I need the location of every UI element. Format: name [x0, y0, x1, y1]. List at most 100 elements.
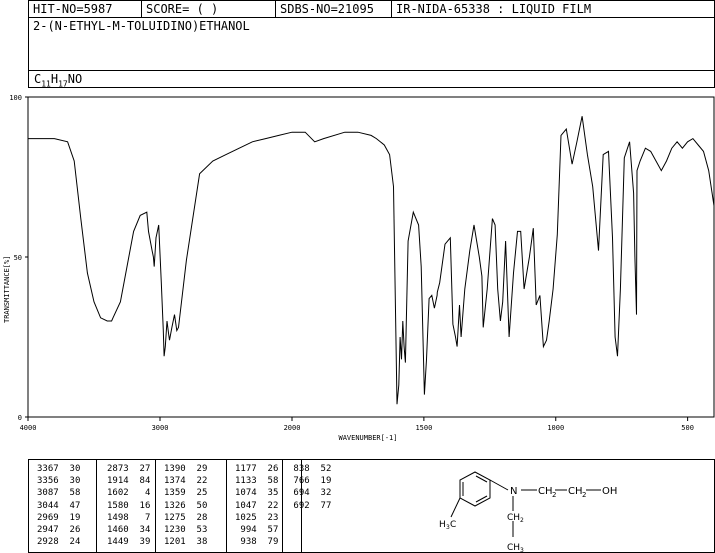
methyl-c: C — [450, 520, 456, 530]
peak-row: 1230 53 — [164, 524, 207, 536]
x-tick-label: 2000 — [284, 424, 301, 432]
peak-transmittance: 57 — [267, 525, 279, 536]
peak-transmittance: 27 — [139, 464, 151, 474]
ch2-sub-b: 2 — [582, 491, 586, 499]
peak-row: 1602 4 — [107, 487, 150, 499]
nitrogen-label: N — [510, 486, 517, 497]
x-tick-label: 3000 — [152, 424, 169, 432]
peak-wavenumber: 994 — [235, 525, 257, 536]
peak-wavenumber: 1230 — [164, 525, 186, 536]
ethyl-ch2-sub: 2 — [520, 517, 524, 524]
y-tick-label: 50 — [14, 254, 22, 262]
peak-transmittance: 16 — [139, 500, 151, 511]
peak-transmittance: 26 — [267, 464, 279, 474]
ir-spectrum-chart: 0 50 100 4000 3000 2000 1500 1000 500 TRANSMITT… — [3, 94, 715, 442]
peak-column-divider — [282, 459, 283, 553]
peak-row: 3356 30 — [37, 475, 80, 487]
peak-wavenumber: 1359 — [164, 488, 186, 499]
molecular-structure: N CH 2 CH 2 OH H 3 C CH 2 CH 3 — [439, 471, 617, 553]
peak-transmittance: 47 — [69, 500, 81, 511]
peak-row: 1177 26 — [235, 463, 278, 475]
plot-frame — [27, 96, 715, 418]
peak-column-divider — [226, 459, 227, 553]
peak-row: 1275 28 — [164, 512, 207, 524]
peak-transmittance: 7 — [139, 512, 151, 523]
ch2-label-b: CH — [568, 486, 583, 497]
peak-wavenumber: 1025 — [235, 512, 257, 523]
peak-transmittance: 22 — [267, 500, 279, 511]
peak-wavenumber: 2928 — [37, 537, 59, 548]
peak-transmittance: 30 — [69, 476, 81, 487]
x-tick-label: 1500 — [415, 424, 432, 432]
peak-wavenumber: 938 — [235, 537, 257, 548]
peak-row: 1914 84 — [107, 475, 150, 487]
x-tick-label: 1000 — [547, 424, 564, 432]
x-tick-label: 500 — [681, 424, 694, 432]
peak-wavenumber: 1498 — [107, 512, 129, 523]
peak-row: 3044 47 — [37, 500, 80, 512]
peak-row: 1390 29 — [164, 463, 207, 475]
peak-column: 3367 30 3356 30 3087 58 3044 47 2969 19 2947 … — [37, 463, 80, 548]
peak-row: 1359 25 — [164, 487, 207, 499]
peak-wavenumber: 1602 — [107, 488, 129, 499]
peak-wavenumber: 1374 — [164, 476, 186, 487]
methyl-h: H — [439, 520, 446, 530]
peak-wavenumber: 1133 — [235, 476, 257, 487]
peak-row: 1025 23 — [235, 512, 278, 524]
peak-transmittance: 22 — [196, 476, 208, 487]
peak-wavenumber: 1460 — [107, 525, 129, 536]
peak-row: 1449 39 — [107, 536, 150, 548]
peak-row: 2873 27 — [107, 463, 150, 475]
y-tick-label: 0 — [18, 414, 22, 422]
peak-row: 1047 22 — [235, 500, 278, 512]
peak-row: 2969 19 — [37, 512, 80, 524]
peak-wavenumber: 1390 — [164, 464, 186, 474]
spectrum-line — [28, 116, 715, 405]
peak-transmittance: 50 — [196, 500, 208, 511]
ch2-label-a: CH — [538, 486, 553, 497]
x-tick-label: 4000 — [20, 424, 37, 432]
peak-row: 1460 34 — [107, 524, 150, 536]
peak-transmittance: 25 — [196, 488, 208, 499]
ethyl-ch3-sub: 3 — [520, 547, 524, 553]
peak-transmittance: 38 — [196, 537, 208, 548]
peak-wavenumber: 3087 — [37, 488, 59, 499]
peak-row: 1580 16 — [107, 500, 150, 512]
peak-wavenumber: 3044 — [37, 500, 59, 511]
peak-wavenumber: 1201 — [164, 537, 186, 548]
peak-wavenumber: 1580 — [107, 500, 129, 511]
peak-wavenumber: 2873 — [107, 464, 129, 474]
x-axis-label: WAVENUMBER[-1] — [338, 434, 397, 442]
peak-wavenumber: 3356 — [37, 476, 59, 487]
peak-transmittance: 26 — [69, 525, 81, 536]
peak-row: 3367 30 — [37, 463, 80, 475]
peak-wavenumber: 1177 — [235, 464, 257, 474]
ch2-sub-a: 2 — [552, 491, 556, 499]
peak-transmittance: 35 — [267, 488, 279, 499]
peak-wavenumber: 2947 — [37, 525, 59, 536]
peak-transmittance: 4 — [139, 488, 151, 499]
peak-transmittance: 24 — [69, 537, 81, 548]
peak-transmittance: 58 — [69, 488, 81, 499]
peak-row: 994 57 — [235, 524, 278, 536]
peak-row: 1201 38 — [164, 536, 207, 548]
y-tick-label: 100 — [9, 94, 22, 102]
peak-wavenumber: 1326 — [164, 500, 186, 511]
peak-column: 1390 29 1374 22 1359 25 1326 50 1275 28 1230 … — [164, 463, 207, 548]
peak-column: 1177 26 1133 58 1074 35 1047 22 1025 23 994 … — [235, 463, 278, 548]
peak-column-divider — [155, 459, 156, 553]
peak-transmittance: 29 — [196, 464, 208, 474]
peak-row: 3087 58 — [37, 487, 80, 499]
peak-transmittance: 30 — [69, 464, 81, 474]
peak-transmittance: 79 — [267, 537, 279, 548]
peak-row: 938 79 — [235, 536, 278, 548]
peak-row: 1074 35 — [235, 487, 278, 499]
peak-row: 1498 7 — [107, 512, 150, 524]
peak-wavenumber: 1449 — [107, 537, 129, 548]
peak-wavenumber: 1047 — [235, 500, 257, 511]
peak-row: 2947 26 — [37, 524, 80, 536]
peak-transmittance: 28 — [196, 512, 208, 523]
peak-transmittance: 84 — [139, 476, 151, 487]
peak-transmittance: 34 — [139, 525, 151, 536]
y-axis-label: TRANSMITTANCE[%] — [3, 256, 11, 323]
